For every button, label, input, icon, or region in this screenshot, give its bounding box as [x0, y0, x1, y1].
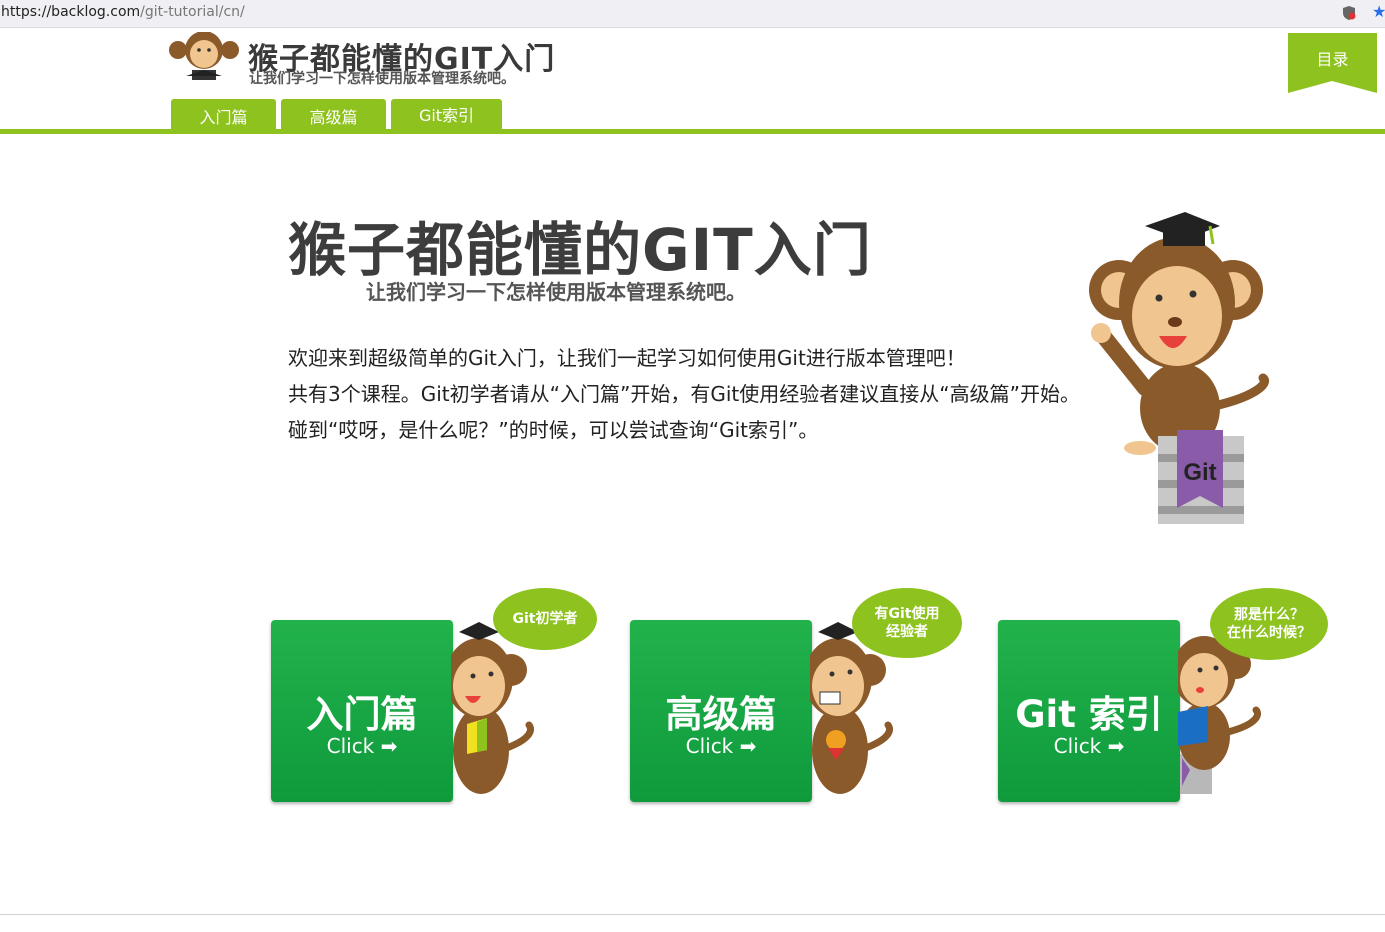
- bookmark-star-icon[interactable]: ★: [1372, 2, 1385, 21]
- mascot-monkey-illustration: Git: [1089, 212, 1270, 524]
- page-title: 猴子都能懂的GIT入门: [288, 216, 872, 284]
- toc-button[interactable]: 目录: [1288, 33, 1377, 93]
- course-card-title: 入门篇: [306, 693, 418, 736]
- course-card-advanced[interactable]: 高级篇 Click ➡ 有Git使用 经验者: [630, 586, 970, 806]
- speech-bubble: 有Git使用 经验者: [852, 588, 962, 658]
- nav-tab-git-index[interactable]: Git索引: [391, 99, 502, 130]
- course-card-title: 高级篇: [665, 693, 777, 736]
- course-card-box[interactable]: 高级篇 Click ➡: [630, 620, 812, 802]
- logo-monkey-icon[interactable]: [168, 32, 240, 88]
- intro-line-2: 共有3个课程。Git初学者请从“入门篇”开始，有Git使用经验者建议直接从“高级…: [288, 382, 1080, 442]
- course-card-click[interactable]: Click ➡: [271, 734, 453, 758]
- nav-tab-advanced[interactable]: 高级篇: [281, 99, 386, 130]
- footer-rule: [0, 914, 1385, 915]
- course-card-box[interactable]: Git 索引 Click ➡: [998, 620, 1180, 802]
- speech-bubble: Git初学者: [493, 588, 597, 650]
- intro-line-1: 欢迎来到超级简单的Git入门，让我们一起学习如何使用Git进行版本管理吧！: [288, 346, 966, 370]
- logo-subtitle: 让我们学习一下怎样使用版本管理系统吧。: [249, 71, 515, 87]
- url-text[interactable]: https://backlog.com/git-tutorial/cn/: [1, 4, 245, 20]
- page-subtitle: 让我们学习一下怎样使用版本管理系统吧。: [366, 280, 746, 304]
- arrow-right-icon: ➡: [739, 734, 757, 758]
- git-badge-text: Git: [1183, 459, 1216, 486]
- arrow-right-icon: ➡: [380, 734, 398, 758]
- course-card-beginner[interactable]: 入门篇 Click ➡ Git初学者: [271, 586, 611, 806]
- arrow-right-icon: ➡: [1107, 734, 1125, 758]
- course-card-click[interactable]: Click ➡: [630, 734, 812, 758]
- intro-text: 欢迎来到超级简单的Git入门，让我们一起学习如何使用Git进行版本管理吧！ 共有…: [288, 340, 1088, 448]
- course-card-title: Git 索引: [1015, 693, 1163, 736]
- toc-label: 目录: [1316, 50, 1349, 69]
- course-card-box[interactable]: 入门篇 Click ➡: [271, 620, 453, 802]
- tracking-shield-icon[interactable]: [1342, 5, 1356, 21]
- course-card-click[interactable]: Click ➡: [998, 734, 1180, 758]
- browser-url-bar[interactable]: https://backlog.com/git-tutorial/cn/ ★: [0, 0, 1385, 28]
- nav-tab-beginner[interactable]: 入门篇: [171, 99, 276, 130]
- speech-bubble: 那是什么？ 在什么时候？: [1210, 588, 1328, 660]
- header-green-rule: [0, 129, 1385, 134]
- course-card-git-index[interactable]: Git 索引 Click ➡ 那是什么？ 在什么时候？: [998, 586, 1338, 806]
